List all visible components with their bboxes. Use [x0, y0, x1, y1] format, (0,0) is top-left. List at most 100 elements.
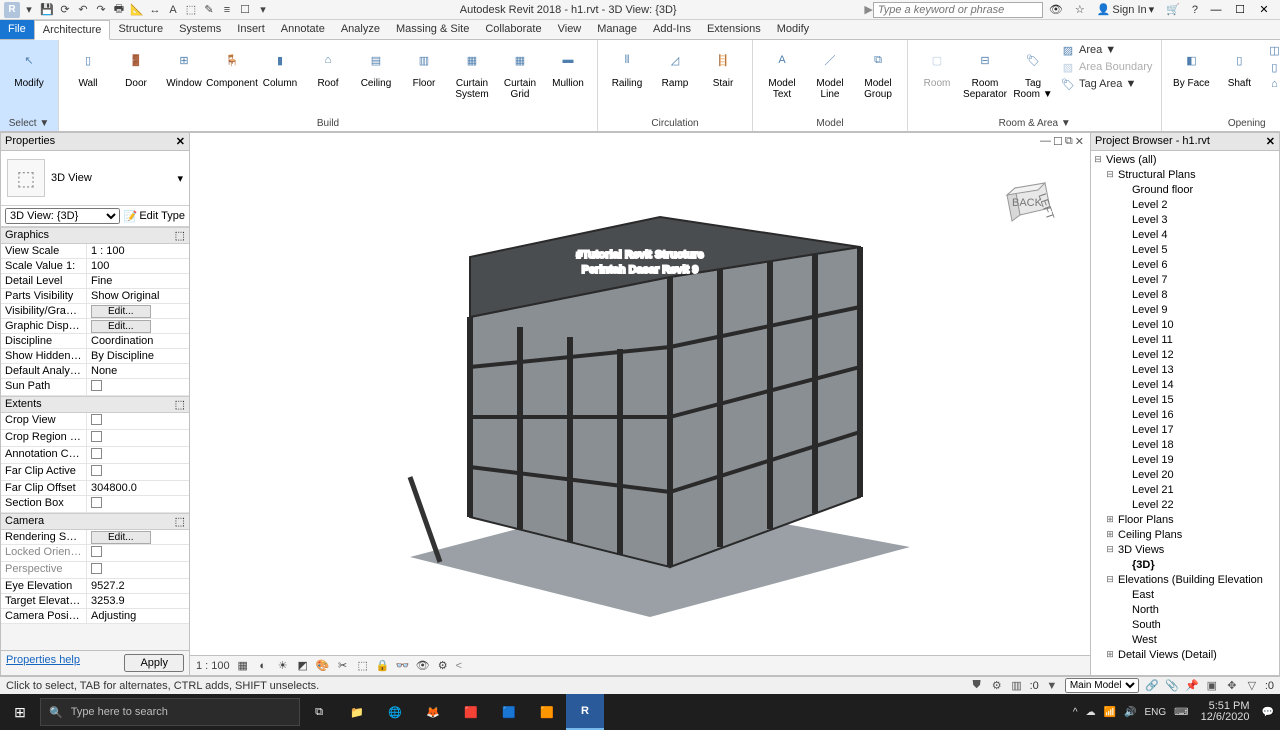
tab-file[interactable]: File — [0, 20, 34, 39]
area-button[interactable]: ▨Area ▼ — [1058, 42, 1155, 58]
stair-button[interactable]: 🪜Stair — [700, 42, 746, 91]
area-boundary-button[interactable]: ▧Area Boundary — [1058, 59, 1155, 75]
tree-level-item[interactable]: Level 11 — [1091, 333, 1279, 348]
app1-icon[interactable]: 🟥 — [452, 694, 490, 730]
property-row[interactable]: Detail LevelFine — [1, 274, 189, 289]
tag-room-button[interactable]: 🏷Tag Room ▼ — [1010, 42, 1056, 102]
sync-icon[interactable]: ⟳ — [56, 2, 74, 18]
wall-button[interactable]: ▯Wall — [65, 42, 111, 91]
select-pinned-icon[interactable]: 📌 — [1185, 679, 1199, 693]
property-row[interactable]: Parts VisibilityShow Original — [1, 289, 189, 304]
tab-architecture[interactable]: Architecture — [34, 20, 111, 40]
room-separator-button[interactable]: ⊟Room Separator — [962, 42, 1008, 102]
tree-level-item[interactable]: Level 21 — [1091, 483, 1279, 498]
tree-level-item[interactable]: Level 20 — [1091, 468, 1279, 483]
tree-level-item[interactable]: Level 12 — [1091, 348, 1279, 363]
rendering-icon[interactable]: 🎨 — [316, 659, 330, 673]
worksets-icon[interactable]: ⛊ — [970, 679, 984, 693]
shadows-icon[interactable]: ◩ — [296, 659, 310, 673]
tab-manage[interactable]: Manage — [589, 20, 645, 39]
exchange-icon[interactable]: 🛒 — [1160, 3, 1186, 16]
project-tree[interactable]: ⊟Views (all)⊟Structural PlansGround floo… — [1091, 151, 1279, 675]
tab-systems[interactable]: Systems — [171, 20, 229, 39]
property-row[interactable]: Locked Orienta... — [1, 545, 189, 562]
app2-icon[interactable]: 🟦 — [490, 694, 528, 730]
room-area-group-label[interactable]: Room & Area ▼ — [914, 118, 1155, 131]
tree-elev-item[interactable]: West — [1091, 633, 1279, 648]
model-line-button[interactable]: ／Model Line — [807, 42, 853, 102]
property-row[interactable]: Far Clip Offset304800.0 — [1, 481, 189, 496]
tray-keyboard-icon[interactable]: ⌨ — [1172, 707, 1190, 718]
modify-button[interactable]: ↖Modify — [6, 42, 52, 91]
mullion-button[interactable]: ▬Mullion — [545, 42, 591, 91]
type-selector[interactable]: ⬚ 3D View ▾ — [1, 151, 189, 206]
section-icon[interactable]: ✎ — [200, 2, 218, 18]
property-row[interactable]: DisciplineCoordination — [1, 334, 189, 349]
tree-level-item[interactable]: Level 14 — [1091, 378, 1279, 393]
tree-structural-plans[interactable]: ⊟Structural Plans — [1091, 168, 1279, 183]
print-icon[interactable]: 🖶 — [110, 2, 128, 18]
tray-cloud-icon[interactable]: ☁ — [1084, 707, 1098, 718]
analytical-icon[interactable]: ⚙ — [436, 659, 450, 673]
edit-button[interactable]: Edit... — [91, 305, 151, 318]
app3-icon[interactable]: 🟧 — [528, 694, 566, 730]
tree-level-item[interactable]: Level 5 — [1091, 243, 1279, 258]
group-extents[interactable]: Extents⬚ — [1, 396, 189, 413]
tree-level-item[interactable]: Level 2 — [1091, 198, 1279, 213]
tab-view[interactable]: View — [550, 20, 590, 39]
crop-icon[interactable]: ✂ — [336, 659, 350, 673]
type-dropdown-icon[interactable]: ▾ — [177, 172, 183, 185]
sign-in-button[interactable]: 👤Sign In▾ — [1091, 3, 1160, 16]
tree-floor-plans[interactable]: ⊞Floor Plans — [1091, 513, 1279, 528]
tab-addins[interactable]: Add-Ins — [645, 20, 699, 39]
checkbox[interactable] — [91, 380, 102, 391]
curtain-grid-button[interactable]: ▦Curtain Grid — [497, 42, 543, 102]
property-row[interactable]: Perspective — [1, 562, 189, 579]
visual-style-icon[interactable]: ◐ — [256, 659, 270, 673]
viewport[interactable]: — ☐ ⧉ ✕ BACKLEFT — [190, 132, 1090, 676]
windows-search-input[interactable]: 🔍Type here to search — [40, 698, 300, 726]
property-row[interactable]: Target Elevation3253.9 — [1, 594, 189, 609]
tree-elevations[interactable]: ⊟Elevations (Building Elevation — [1091, 573, 1279, 588]
property-row[interactable]: Camera PositionAdjusting — [1, 609, 189, 624]
minimize-button[interactable]: — — [1204, 4, 1228, 16]
floor-button[interactable]: ▥Floor — [401, 42, 447, 91]
checkbox[interactable] — [91, 448, 102, 459]
tab-structure[interactable]: Structure — [110, 20, 171, 39]
select-group-label[interactable]: Select ▼ — [6, 118, 52, 131]
apply-button[interactable]: Apply — [124, 654, 184, 672]
reveal-icon[interactable]: 👁 — [416, 659, 430, 673]
property-row[interactable]: Rendering Setti...Edit... — [1, 530, 189, 545]
thin-lines-icon[interactable]: ≡ — [218, 2, 236, 18]
window-button[interactable]: ⊞Window — [161, 42, 207, 91]
detail-level-icon[interactable]: ▦ — [236, 659, 250, 673]
start-button[interactable]: ⊞ — [0, 704, 40, 721]
tree-level-item[interactable]: Level 15 — [1091, 393, 1279, 408]
dim-icon[interactable]: ↔ — [146, 2, 164, 18]
sun-path-icon[interactable]: ☀ — [276, 659, 290, 673]
drag-icon[interactable]: ✥ — [1225, 679, 1239, 693]
group-graphics[interactable]: Graphics⬚ — [1, 227, 189, 244]
tab-insert[interactable]: Insert — [229, 20, 273, 39]
tab-extensions[interactable]: Extensions — [699, 20, 769, 39]
measure-icon[interactable]: 📐 — [128, 2, 146, 18]
scale-label[interactable]: 1 : 100 — [196, 660, 230, 672]
tree-level-item[interactable]: Level 13 — [1091, 363, 1279, 378]
browser-close-icon[interactable]: ✕ — [1266, 135, 1275, 148]
component-button[interactable]: 🪑Component — [209, 42, 255, 91]
select-link-icon[interactable]: 🔗 — [1145, 679, 1159, 693]
3d-icon[interactable]: ⬚ — [182, 2, 200, 18]
tree-level-item[interactable]: Level 9 — [1091, 303, 1279, 318]
tree-3d-current[interactable]: {3D} — [1091, 558, 1279, 573]
property-row[interactable]: Visibility/Graph...Edit... — [1, 304, 189, 319]
tab-modify[interactable]: Modify — [769, 20, 817, 39]
task-view-icon[interactable]: ⧉ — [300, 694, 338, 730]
tree-level-item[interactable]: Ground floor — [1091, 183, 1279, 198]
tree-level-item[interactable]: Level 17 — [1091, 423, 1279, 438]
dormer-button[interactable]: ⌂Dormer — [1264, 76, 1280, 92]
tray-notifications-icon[interactable]: 💬 — [1260, 707, 1276, 718]
editable-only-icon[interactable]: ▥ — [1010, 679, 1024, 693]
favorites-icon[interactable]: ☆ — [1069, 3, 1091, 16]
tree-level-item[interactable]: Level 19 — [1091, 453, 1279, 468]
property-row[interactable]: Show Hidden Li...By Discipline — [1, 349, 189, 364]
